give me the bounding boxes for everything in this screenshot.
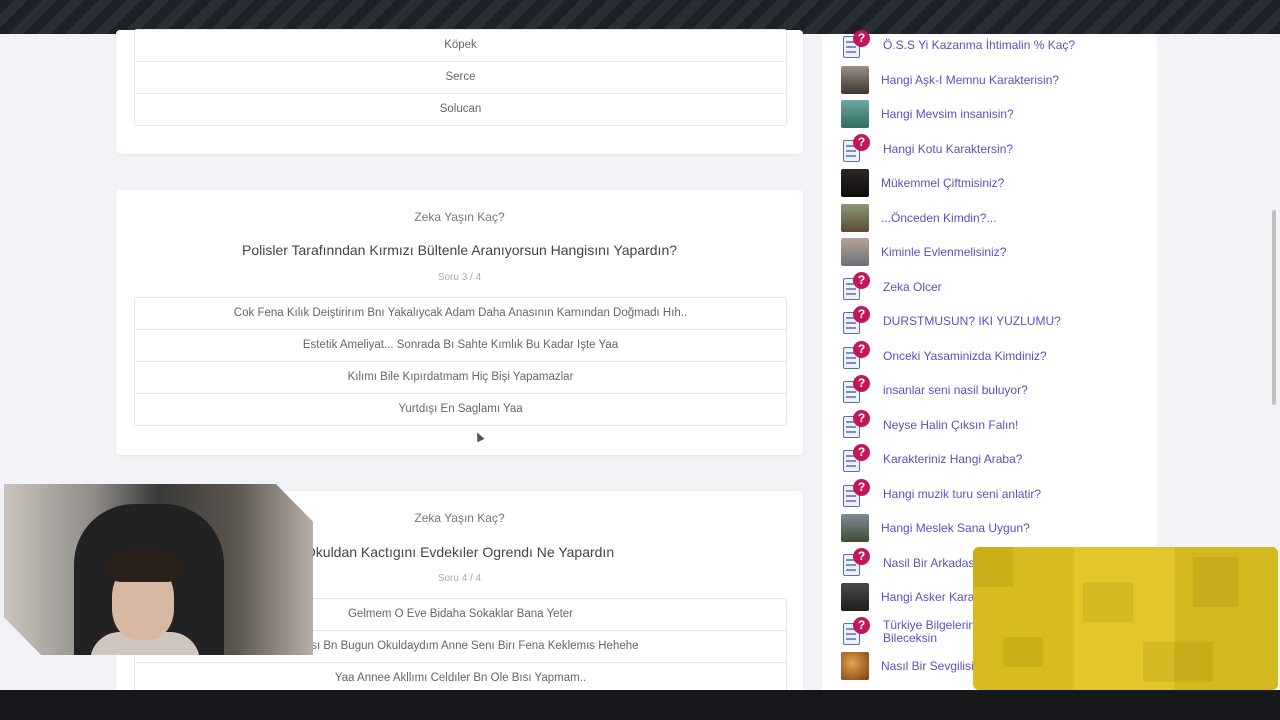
quiz-icon: ? [841, 548, 871, 578]
sidebar-item[interactable]: Kiminle Evlenmelisiniz? [841, 237, 1157, 267]
quiz-thumbnail [841, 100, 869, 128]
sidebar-item[interactable]: Hangi Aşk-I Memnu Karakterisin? [841, 65, 1157, 95]
answer-option[interactable]: Yurtdışı En Saglamı Yaa [135, 394, 786, 425]
sidebar-item[interactable]: ? DURSTMUSUN? IKI YUZLUMU? [841, 306, 1157, 336]
sidebar-item-label: Hangi Mevsim insanisin? [881, 106, 1014, 121]
answer-options: Cok Fena Kılık Deiştirirım Bnı Yakalıyca… [134, 297, 787, 426]
sidebar-item-label: Zeka Olcer [883, 279, 942, 294]
sidebar-item-label: Nasil Bir Arkadas [883, 555, 975, 570]
stream-overlay-panel [973, 547, 1278, 690]
answer-option[interactable]: Köpek [135, 30, 786, 62]
quiz-icon: ? [841, 306, 871, 336]
quiz-icon: ? [841, 134, 871, 164]
sidebar-item-label: Hangi Asker Kara [881, 589, 975, 604]
answer-option[interactable]: Solucan [135, 94, 786, 125]
question-title: Polisler Tarafınndan Kırmızı Bültenle Ar… [241, 242, 678, 258]
sidebar-item[interactable]: ? Karakteriniz Hangi Araba? [841, 444, 1157, 474]
sidebar-item-label: Hangi Aşk-I Memnu Karakterisin? [881, 72, 1060, 87]
quiz-card-2: Köpek Serce Solucan [116, 29, 803, 154]
taskbar [0, 690, 1280, 720]
answer-options: Köpek Serce Solucan [134, 29, 787, 126]
quiz-icon: ? [841, 375, 871, 405]
sidebar-item[interactable]: Hangi Mevsim insanisin? [841, 99, 1157, 129]
sidebar-item[interactable]: ? insanlar seni nasil buluyor? [841, 375, 1157, 405]
answer-option[interactable]: Serce [135, 62, 786, 94]
quiz-thumbnail [841, 204, 869, 232]
sidebar-item-label: Ö.S.S Yi Kazanma İhtimalin % Kaç? [883, 37, 1076, 52]
question-counter: Soru 3 / 4 [437, 272, 482, 283]
sidebar-item[interactable]: ? Neyse Halin Çıksın Falın! [841, 410, 1157, 440]
sidebar-item-label: ...Önceden Kimdin?... [881, 210, 997, 225]
sidebar-item-label: Kiminle Evlenmelisiniz? [881, 244, 1007, 259]
quiz-thumbnail [841, 652, 869, 680]
sidebar-item[interactable]: ? Ö.S.S Yi Kazanma İhtimalin % Kaç? [841, 30, 1157, 60]
answer-option[interactable]: Kılımı Bile Kıpırdatmam Hiç Bişi Yapamaz… [135, 362, 786, 394]
quiz-card-3: Zeka Yaşın Kaç? Polisler Tarafınndan Kır… [116, 190, 803, 455]
sidebar-item-label: Hangi Meslek Sana Uygun? [881, 520, 1030, 535]
quiz-thumbnail [841, 514, 869, 542]
quiz-thumbnail [841, 583, 869, 611]
page-scrollbar[interactable] [1272, 210, 1276, 405]
sidebar-item-label: Nasıl Bir Sevgilisi [881, 658, 974, 673]
sidebar-item[interactable]: ? Hangi muzik turu seni anlatir? [841, 479, 1157, 509]
quiz-thumbnail [841, 66, 869, 94]
sidebar-item[interactable]: ? Onceki Yasaminizda Kimdiniz? [841, 341, 1157, 371]
sidebar-item-label: Neyse Halin Çıksın Falın! [883, 417, 1019, 432]
sidebar-item[interactable]: ...Önceden Kimdin?... [841, 203, 1157, 233]
answer-option[interactable]: Estetik Ameliyat... Sonrada Bı Sahte Kım… [135, 330, 786, 362]
webcam-overlay [4, 484, 313, 655]
quiz-icon: ? [841, 272, 871, 302]
quiz-thumbnail [841, 169, 869, 197]
sidebar-item-label: Karakteriniz Hangi Araba? [883, 451, 1023, 466]
sidebar-item-label: Hangi muzik turu seni anlatir? [883, 486, 1042, 501]
sidebar-item-label: Onceki Yasaminizda Kimdiniz? [883, 348, 1047, 363]
sidebar-item-label: DURSTMUSUN? IKI YUZLUMU? [883, 313, 1061, 328]
quiz-icon: ? [841, 444, 871, 474]
quiz-icon: ? [841, 479, 871, 509]
sidebar-item-label: insanlar seni nasil buluyor? [883, 382, 1028, 397]
sidebar-item-label: Türkiye Bilgelerin Bileceksin [883, 618, 976, 645]
sidebar-item[interactable]: ? Hangi Kotu Karaktersin? [841, 134, 1157, 164]
answer-option[interactable]: Cok Fena Kılık Deiştirirım Bnı Yakalıyca… [135, 298, 786, 330]
quiz-category: Zeka Yaşın Kaç? [414, 210, 505, 224]
sidebar-item[interactable]: ? Zeka Olcer [841, 272, 1157, 302]
sidebar-item[interactable]: Mükemmel Çiftmisiniz? [841, 168, 1157, 198]
sidebar-item-label: Mükemmel Çiftmisiniz? [881, 175, 1005, 190]
quiz-icon: ? [841, 30, 871, 60]
sidebar-item-label: Hangi Kotu Karaktersin? [883, 141, 1014, 156]
person-hair [108, 548, 180, 582]
sidebar-item[interactable]: Hangi Meslek Sana Uygun? [841, 513, 1157, 543]
quiz-icon: ? [841, 410, 871, 440]
quiz-thumbnail [841, 238, 869, 266]
quiz-icon: ? [841, 341, 871, 371]
quiz-icon: ? [841, 617, 871, 647]
